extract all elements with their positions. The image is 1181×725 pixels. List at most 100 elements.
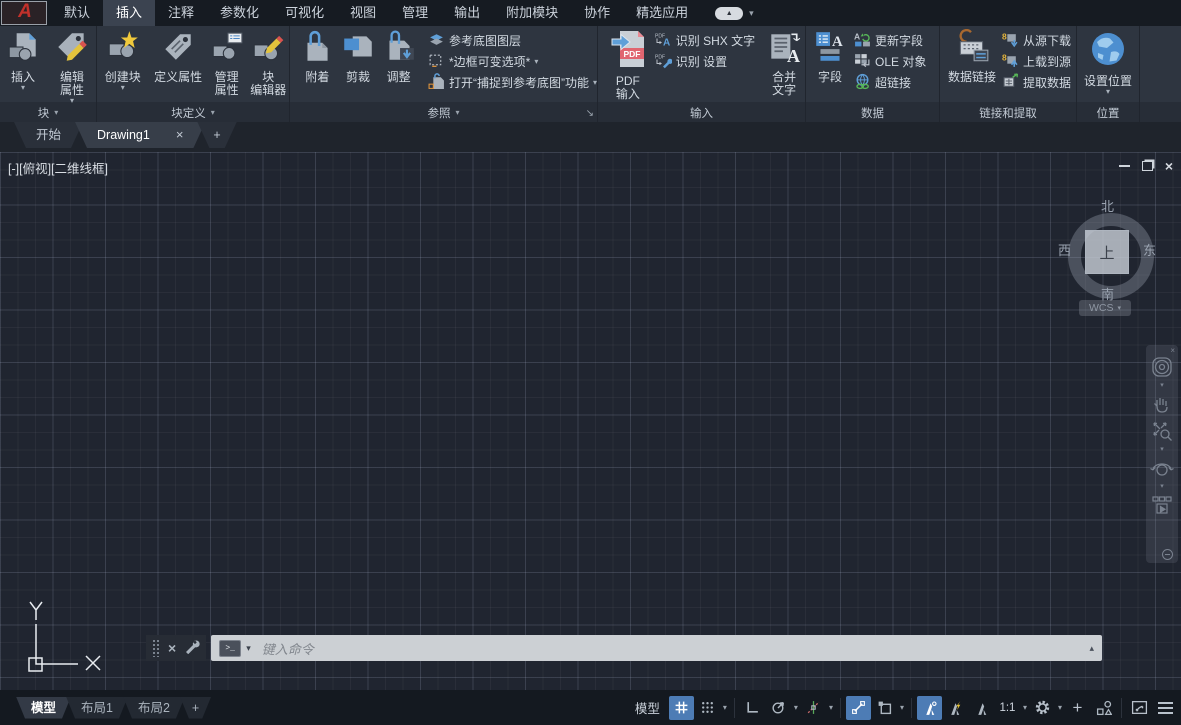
menu-tab-parametric[interactable]: 参数化 — [207, 0, 272, 26]
viewport-controls[interactable]: [-][俯视][二维线框] — [8, 158, 108, 177]
panel-title-import[interactable]: 输入 — [598, 103, 805, 122]
recognize-settings-button[interactable]: PDF 识别 设置 — [654, 52, 763, 71]
panel-title-linking[interactable]: 链接和提取 — [940, 103, 1076, 122]
download-from-source-button[interactable]: 8 从源下载 — [1002, 31, 1071, 50]
file-tab-close-icon[interactable]: × — [176, 122, 184, 148]
set-location-button[interactable]: 设置位置 ▾ — [1079, 28, 1137, 96]
wcs-dropdown[interactable]: WCS ▾ — [1079, 300, 1131, 316]
clip-button[interactable]: 剪裁 — [339, 28, 378, 84]
menu-tab-insert[interactable]: 插入 — [103, 0, 155, 26]
annotation-scale-button[interactable] — [969, 696, 994, 720]
menu-tab-collaborate[interactable]: 协作 — [571, 0, 623, 26]
upload-to-source-button[interactable]: 8 上载到源 — [1002, 52, 1071, 71]
combine-text-button[interactable]: A 合并 文字 — [763, 28, 805, 97]
layout-tab-layout1[interactable]: 布局1 — [66, 697, 128, 719]
command-close-icon[interactable]: × — [168, 640, 176, 656]
menu-tab-default[interactable]: 默认 — [51, 0, 103, 26]
navbar-close-icon[interactable]: × — [1170, 346, 1175, 355]
data-link-button[interactable]: 数据链接 — [944, 28, 1000, 84]
menu-tab-featured-apps[interactable]: 精选应用 — [623, 0, 701, 26]
snap-mode-dropdown[interactable]: ▾ — [721, 703, 729, 712]
clean-screen-button[interactable] — [1127, 696, 1152, 720]
view-cube-east[interactable]: 东 — [1143, 240, 1156, 259]
ribbon-collapse-button[interactable]: ▲ — [715, 7, 743, 20]
menu-tab-view[interactable]: 视图 — [337, 0, 389, 26]
view-cube-top-face[interactable]: 上 — [1085, 230, 1129, 274]
reference-dialog-launcher[interactable]: ↘ — [586, 108, 594, 119]
view-cube-west[interactable]: 西 — [1058, 240, 1071, 259]
menu-tab-output[interactable]: 输出 — [441, 0, 493, 26]
object-snap-button[interactable] — [846, 696, 871, 720]
insert-block-button[interactable]: 插入 ▾ — [1, 28, 45, 92]
file-tab-drawing1[interactable]: Drawing1 × — [75, 122, 205, 148]
orbit-icon[interactable] — [1150, 456, 1174, 480]
menu-tab-manage[interactable]: 管理 — [389, 0, 441, 26]
command-prompt-icon[interactable]: >_ — [219, 640, 241, 657]
menu-tab-visualize[interactable]: 可视化 — [272, 0, 337, 26]
ribbon-display-options-dropdown[interactable]: ▾ — [749, 8, 754, 19]
pan-icon[interactable] — [1150, 392, 1174, 416]
polar-tracking-button[interactable] — [766, 696, 791, 720]
manage-attributes-button[interactable]: 管理 属性 — [208, 28, 246, 97]
command-input[interactable]: >_ ▾ 键入命令 ▴ — [211, 635, 1102, 661]
command-recent-dropdown[interactable]: ▾ — [246, 643, 251, 654]
recognize-shx-text-button[interactable]: PDFA 识别 SHX 文字 — [654, 31, 763, 50]
drawing-canvas[interactable]: [-][俯视][二维线框] × 北 西 东 南 上 WCS ▾ × ▾ ▾ ▾ — [0, 152, 1181, 690]
zoom-icon[interactable] — [1150, 419, 1174, 443]
annotation-monitor-button[interactable]: + — [1065, 696, 1090, 720]
panel-title-block[interactable]: 块 ▾ — [0, 103, 96, 122]
extract-data-button[interactable]: 提取数据 — [1002, 73, 1071, 92]
attach-button[interactable]: 附着 — [298, 28, 337, 84]
ole-object-button[interactable]: OLE 对象 — [854, 52, 926, 71]
layout-tab-layout2[interactable]: 布局2 — [123, 697, 185, 719]
field-button[interactable]: A 字段 — [810, 28, 850, 84]
workspace-switching-button[interactable] — [1030, 696, 1055, 720]
close-icon[interactable]: × — [1165, 160, 1173, 172]
define-attributes-button[interactable]: 定义属性 — [150, 28, 205, 84]
restore-icon[interactable] — [1142, 161, 1153, 171]
menu-tab-annotate[interactable]: 注释 — [155, 0, 207, 26]
pdf-import-button[interactable]: PDF PDF 输入 — [602, 28, 654, 101]
snap-to-underlay-button[interactable]: 打开“捕捉到参考底图”功能 ▾ — [428, 73, 597, 92]
command-drag-grip[interactable] — [152, 639, 160, 657]
panel-title-block-definition[interactable]: 块定义 ▾ — [97, 103, 289, 122]
panel-title-location[interactable]: 位置 — [1077, 103, 1139, 122]
adjust-button[interactable]: 调整 — [379, 28, 418, 84]
new-layout-button[interactable]: + — [180, 697, 211, 719]
workspace-dropdown[interactable]: ▾ — [1056, 703, 1064, 712]
layout-tab-model[interactable]: 模型 — [16, 697, 71, 719]
orbit-dropdown[interactable]: ▾ — [1160, 483, 1164, 490]
app-logo[interactable]: A — [1, 1, 47, 25]
annotation-scale-value[interactable]: 1:1 — [995, 696, 1020, 720]
model-space-label[interactable]: 模型 — [635, 698, 660, 717]
panel-title-data[interactable]: 数据 — [806, 103, 939, 122]
menu-tab-addins[interactable]: 附加模块 — [493, 0, 571, 26]
ortho-mode-button[interactable] — [740, 696, 765, 720]
annotation-autoscale-button[interactable] — [943, 696, 968, 720]
new-drawing-tab-button[interactable]: + — [197, 122, 236, 148]
panel-title-reference[interactable]: 参照 ▾ — [290, 103, 597, 122]
frame-options-button[interactable]: *边框可变选项* ▾ — [428, 52, 597, 71]
snap-mode-button[interactable] — [695, 696, 720, 720]
hyperlink-button[interactable]: 超链接 — [854, 73, 926, 92]
command-customize-wrench-icon[interactable] — [184, 638, 200, 659]
grid-display-button[interactable] — [669, 696, 694, 720]
customization-menu-button[interactable] — [1153, 696, 1178, 720]
selection-cycling-dropdown[interactable]: ▾ — [898, 703, 906, 712]
edit-attributes-button[interactable]: 编辑 属性 ▾ — [49, 28, 95, 105]
update-fields-button[interactable]: A 更新字段 — [854, 31, 926, 50]
create-block-button[interactable]: 创建块 ▾ — [97, 28, 148, 92]
navbar-collapse-icon[interactable] — [1162, 549, 1173, 560]
navigation-wheel-dropdown[interactable]: ▾ — [1160, 382, 1164, 389]
annotation-visibility-button[interactable] — [917, 696, 942, 720]
view-cube[interactable]: 北 西 东 南 上 WCS ▾ — [1063, 188, 1159, 316]
isolate-objects-button[interactable] — [1091, 696, 1116, 720]
zoom-dropdown[interactable]: ▾ — [1160, 446, 1164, 453]
object-snap-tracking-button[interactable] — [801, 696, 826, 720]
minimize-icon[interactable] — [1119, 165, 1130, 167]
command-history-toggle[interactable]: ▴ — [1089, 643, 1094, 654]
underlay-layers-button[interactable]: 参考底图图层 — [428, 31, 597, 50]
object-snap-tracking-dropdown[interactable]: ▾ — [827, 703, 835, 712]
block-editor-button[interactable]: 块 编辑器 — [247, 28, 289, 97]
file-tab-start[interactable]: 开始 — [14, 122, 83, 148]
